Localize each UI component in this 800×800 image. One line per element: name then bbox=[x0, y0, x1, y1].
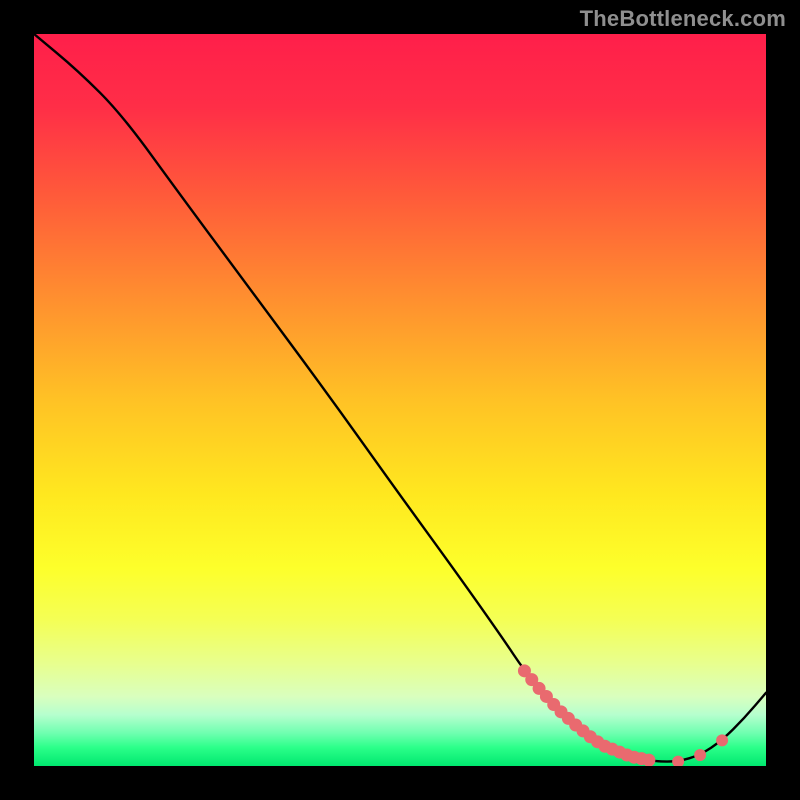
outer-frame: TheBottleneck.com bbox=[0, 0, 800, 800]
chart-svg bbox=[34, 34, 766, 766]
chart-area bbox=[34, 34, 766, 766]
watermark-text: TheBottleneck.com bbox=[580, 6, 786, 32]
data-marker bbox=[716, 734, 728, 746]
data-marker bbox=[694, 749, 706, 761]
